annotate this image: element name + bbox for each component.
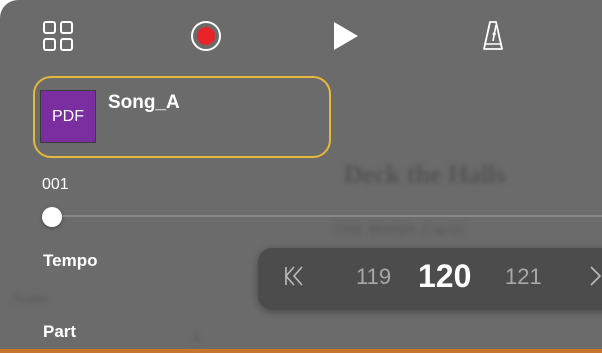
- bar-number: 001: [42, 176, 69, 193]
- record-icon[interactable]: [186, 16, 226, 56]
- tempo-previous[interactable]: 119: [356, 264, 391, 290]
- part-label: Part: [43, 322, 77, 341]
- accent-bar: [0, 349, 602, 353]
- position-slider-track[interactable]: [52, 215, 602, 217]
- tempo-current[interactable]: 120: [418, 258, 471, 295]
- toolbar: [0, 0, 602, 70]
- app-screen: Deck the Halls Old Welsh Carol PDF Song_…: [0, 0, 602, 353]
- background-label-mid: A: [192, 330, 202, 346]
- background-label-left: Audio: [12, 290, 48, 306]
- metronome-icon[interactable]: [475, 16, 511, 56]
- score-subtitle: Old Welsh Carol: [334, 222, 466, 239]
- grid-menu-icon[interactable]: [40, 16, 76, 56]
- rewind-icon[interactable]: [282, 264, 308, 288]
- position-slider-knob[interactable]: [42, 207, 62, 227]
- score-title: Deck the Halls: [344, 160, 506, 189]
- forward-icon[interactable]: [588, 264, 602, 288]
- tempo-next[interactable]: 121: [505, 264, 542, 290]
- tempo-label: Tempo: [43, 251, 98, 270]
- song-title: Song_A: [108, 92, 180, 113]
- pdf-thumbnail: PDF: [40, 90, 96, 143]
- play-icon[interactable]: [328, 16, 364, 56]
